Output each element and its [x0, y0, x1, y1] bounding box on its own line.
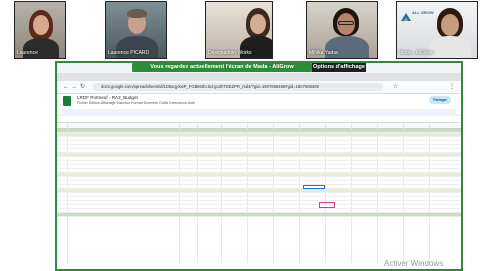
document-title[interactable]: LRDF Portneuf - RA2_Budget — [77, 95, 138, 100]
sheets-logo-icon — [63, 96, 71, 106]
video-tile-mada-allgrow[interactable]: ALL GROW Mada - AllGrow — [396, 1, 478, 59]
video-tile-laurence[interactable]: Laurence — [14, 1, 66, 59]
video-tile-designathon-works[interactable]: Designathon Works — [205, 1, 273, 59]
activate-windows-watermark: Activer Windows — [384, 259, 444, 268]
menu-icon[interactable]: ⋮ — [449, 83, 455, 91]
logo-text: ALL GROW — [412, 10, 434, 15]
participant-name: Laurence — [17, 50, 38, 56]
star-icon[interactable]: ☆ — [393, 83, 398, 91]
participant-name: Designathon Works — [208, 50, 252, 56]
selected-cell[interactable] — [303, 185, 325, 189]
spreadsheet-grid[interactable] — [57, 123, 461, 269]
screen-share-banner: Vous regardez actuellement l'écran de Ma… — [132, 63, 312, 72]
shared-screen[interactable]: ← → ↻ docs.google.com/spreadsheets/d/1D5… — [55, 61, 463, 271]
back-icon[interactable]: ← — [63, 83, 69, 91]
glasses-icon — [338, 21, 354, 25]
total-row[interactable] — [57, 213, 461, 217]
browser-tab-strip[interactable] — [57, 73, 461, 81]
allgrow-logo-icon — [401, 8, 411, 21]
video-tile-mihika-yadav[interactable]: Mihika Yadav — [306, 1, 378, 59]
display-options-button[interactable]: Options d'affichage — [312, 63, 366, 72]
reload-icon[interactable]: ↻ — [80, 83, 85, 91]
menu-bar[interactable]: Fichier Édition Affichage Insertion Form… — [77, 101, 195, 105]
participant-name: Laurence PICARD — [108, 50, 150, 56]
participant-name: Mihika Yadav — [309, 50, 339, 56]
forward-icon[interactable]: → — [71, 83, 77, 91]
formula-bar[interactable] — [57, 116, 461, 123]
url-input[interactable]: docs.google.com/spreadsheets/d/1D5sqyXwP… — [93, 83, 383, 91]
formatting-toolbar[interactable] — [61, 109, 457, 115]
participant-name: Mada - AllGrow — [399, 50, 434, 56]
video-tile-laurence-picard[interactable]: Laurence PICARD — [105, 1, 167, 59]
share-button[interactable]: Partager — [429, 96, 451, 104]
collaborator-cursor — [319, 202, 335, 208]
